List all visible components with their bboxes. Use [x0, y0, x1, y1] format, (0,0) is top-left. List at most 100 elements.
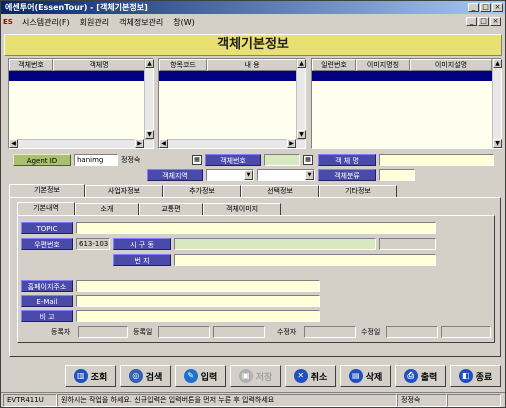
scroll-left-icon[interactable]: ◀	[9, 139, 18, 148]
minimize-button[interactable]: _	[468, 3, 479, 12]
pencil-icon: ✎	[183, 369, 198, 383]
vertical-scrollbar[interactable]: ▲ ▼	[296, 59, 306, 139]
agent-id-label: Agent ID	[13, 154, 71, 166]
mdi-buttons: _ □ ×	[466, 17, 501, 26]
category-field[interactable]	[379, 169, 415, 181]
object-name-field[interactable]	[379, 154, 494, 166]
save-button[interactable]: ▣ 저장	[230, 365, 281, 387]
grid-picker-icon[interactable]: ▦	[192, 155, 202, 165]
action-toolbar: ▥ 조회 ◎ 검색 ✎ 입력 ▣ 저장 ✕ 취소 ▤ 삭제 ⎙ 출력 ◧ 종료	[65, 365, 501, 389]
query-button[interactable]: ▥ 조회	[65, 365, 116, 387]
tab-other-info[interactable]: 기타정보	[319, 185, 397, 197]
city-extra-field[interactable]	[379, 238, 436, 250]
scroll-right-icon[interactable]: ▶	[135, 139, 144, 148]
print-button[interactable]: ⎙ 출력	[395, 365, 446, 387]
status-message: 원하시는 작업을 하세요. 신규입력은 입력버튼을 먼저 누른 후 입력하세요	[57, 394, 397, 407]
object-grid[interactable]: 객체번호 객체명 ▲ ▼ ◀ ▶	[8, 58, 154, 149]
scroll-down-icon[interactable]: ▼	[145, 130, 154, 139]
item-grid[interactable]: 항목코드 내 용 ▲ ▼ ◀ ▶	[158, 58, 306, 149]
street-field[interactable]	[174, 254, 436, 266]
mdi-close-button[interactable]: ×	[490, 17, 501, 26]
scroll-up-icon[interactable]: ▲	[145, 59, 154, 68]
reg-user-label: 등록자	[51, 328, 71, 336]
column-header[interactable]: 일련번호	[312, 59, 356, 71]
reg-date-field[interactable]	[158, 326, 210, 338]
insert-button[interactable]: ✎ 입력	[175, 365, 226, 387]
delete-button[interactable]: ▤ 삭제	[340, 365, 391, 387]
scroll-up-icon[interactable]: ▲	[297, 59, 306, 68]
menu-window[interactable]: 창(W)	[168, 15, 200, 30]
topic-field[interactable]	[76, 222, 436, 234]
mod-date-label: 수정일	[361, 328, 381, 336]
title-bar[interactable]: 에센투어(EssenTour) - [객체기본정보]	[1, 1, 505, 14]
horizontal-scrollbar[interactable]: ◀ ▶	[9, 139, 153, 148]
horizontal-scrollbar[interactable]: ◀ ▶	[159, 139, 305, 148]
column-header[interactable]: 이미지명칭	[356, 59, 410, 71]
vertical-scrollbar[interactable]: ▲ ▼	[144, 59, 154, 139]
mod-date-extra-field[interactable]	[441, 326, 491, 338]
street-label: 번 지	[113, 254, 171, 266]
menu-bar: ES 시스템관리(F) 회원관리 객체정보관리 창(W)	[1, 15, 505, 30]
region-select-2[interactable]: ▼	[257, 169, 315, 181]
scroll-right-icon[interactable]: ▶	[287, 139, 296, 148]
image-grid[interactable]: 일련번호 이미지명칭 이미지설명 ▲ ▼	[311, 58, 502, 149]
column-header[interactable]: 내 용	[207, 59, 297, 71]
column-header[interactable]: 객체번호	[9, 59, 53, 71]
tab-intro[interactable]: 소개	[75, 203, 139, 215]
selected-row[interactable]	[159, 71, 297, 81]
tab-transport[interactable]: 교통편	[139, 203, 203, 215]
tab-business-info[interactable]: 사업자정보	[85, 185, 163, 197]
mdi-maximize-button[interactable]: □	[478, 17, 489, 26]
cancel-label: 취소	[310, 372, 328, 383]
menu-system[interactable]: 시스템관리(F)	[17, 15, 75, 30]
menu-member[interactable]: 회원관리	[75, 15, 114, 30]
column-header[interactable]: 이미지설명	[410, 59, 492, 71]
menu-object-info[interactable]: 객체정보관리	[114, 15, 168, 30]
tab-selection-info[interactable]: 선택정보	[241, 185, 319, 197]
vertical-scrollbar[interactable]: ▲ ▼	[492, 59, 502, 148]
homepage-field[interactable]	[76, 280, 320, 292]
search-button[interactable]: ◎ 검색	[120, 365, 171, 387]
close-button[interactable]: ×	[492, 3, 503, 12]
chevron-down-icon[interactable]: ▼	[305, 170, 314, 180]
app-logo-icon: ES	[3, 18, 13, 26]
chevron-down-icon[interactable]: ▼	[244, 170, 253, 180]
reg-user-field[interactable]	[78, 326, 128, 338]
mod-date-field[interactable]	[386, 326, 438, 338]
tab-basic-info[interactable]: 기본정보	[9, 184, 85, 197]
tab-basic-details[interactable]: 기본내역	[17, 202, 75, 215]
scroll-up-icon[interactable]: ▲	[493, 59, 502, 68]
note-field[interactable]	[76, 310, 320, 322]
tab-extra-info[interactable]: 추가정보	[163, 185, 241, 197]
region-select-1[interactable]: ▼	[206, 169, 254, 181]
agent-id-field[interactable]: hanimg	[74, 154, 118, 166]
column-header[interactable]: 객체명	[53, 59, 145, 71]
maximize-button[interactable]: □	[480, 3, 491, 12]
save-label: 저장	[255, 372, 273, 383]
zip-field[interactable]: 613-103	[76, 238, 110, 250]
query-label: 조회	[90, 372, 108, 383]
scroll-left-icon[interactable]: ◀	[159, 139, 168, 148]
exit-button[interactable]: ◧ 종료	[450, 365, 501, 387]
category-label: 객체분류	[318, 169, 376, 181]
mod-user-field[interactable]	[304, 326, 356, 338]
scroll-down-icon[interactable]: ▼	[493, 139, 502, 148]
cancel-button[interactable]: ✕ 취소	[285, 365, 336, 387]
email-field[interactable]	[76, 295, 320, 307]
scroll-down-icon[interactable]: ▼	[297, 130, 306, 139]
column-header[interactable]: 항목코드	[159, 59, 207, 71]
tab-object-image[interactable]: 객체이미지	[203, 203, 281, 215]
selected-row[interactable]	[9, 71, 145, 81]
reg-date-extra-field[interactable]	[213, 326, 265, 338]
email-label: E-Mail	[21, 295, 73, 307]
mdi-minimize-button[interactable]: _	[466, 17, 477, 26]
object-no-field[interactable]	[264, 154, 300, 166]
zip-label: 우편번호	[21, 238, 73, 250]
homepage-label: 홈페이지주소	[21, 280, 73, 292]
city-label: 시 구 동	[113, 238, 171, 250]
region-label: 객체지역	[147, 169, 203, 181]
city-field[interactable]	[174, 238, 376, 250]
status-form-id: EVTR411U	[3, 394, 57, 407]
grid-picker-icon[interactable]: ▦	[303, 155, 313, 165]
selected-row[interactable]	[312, 71, 492, 81]
